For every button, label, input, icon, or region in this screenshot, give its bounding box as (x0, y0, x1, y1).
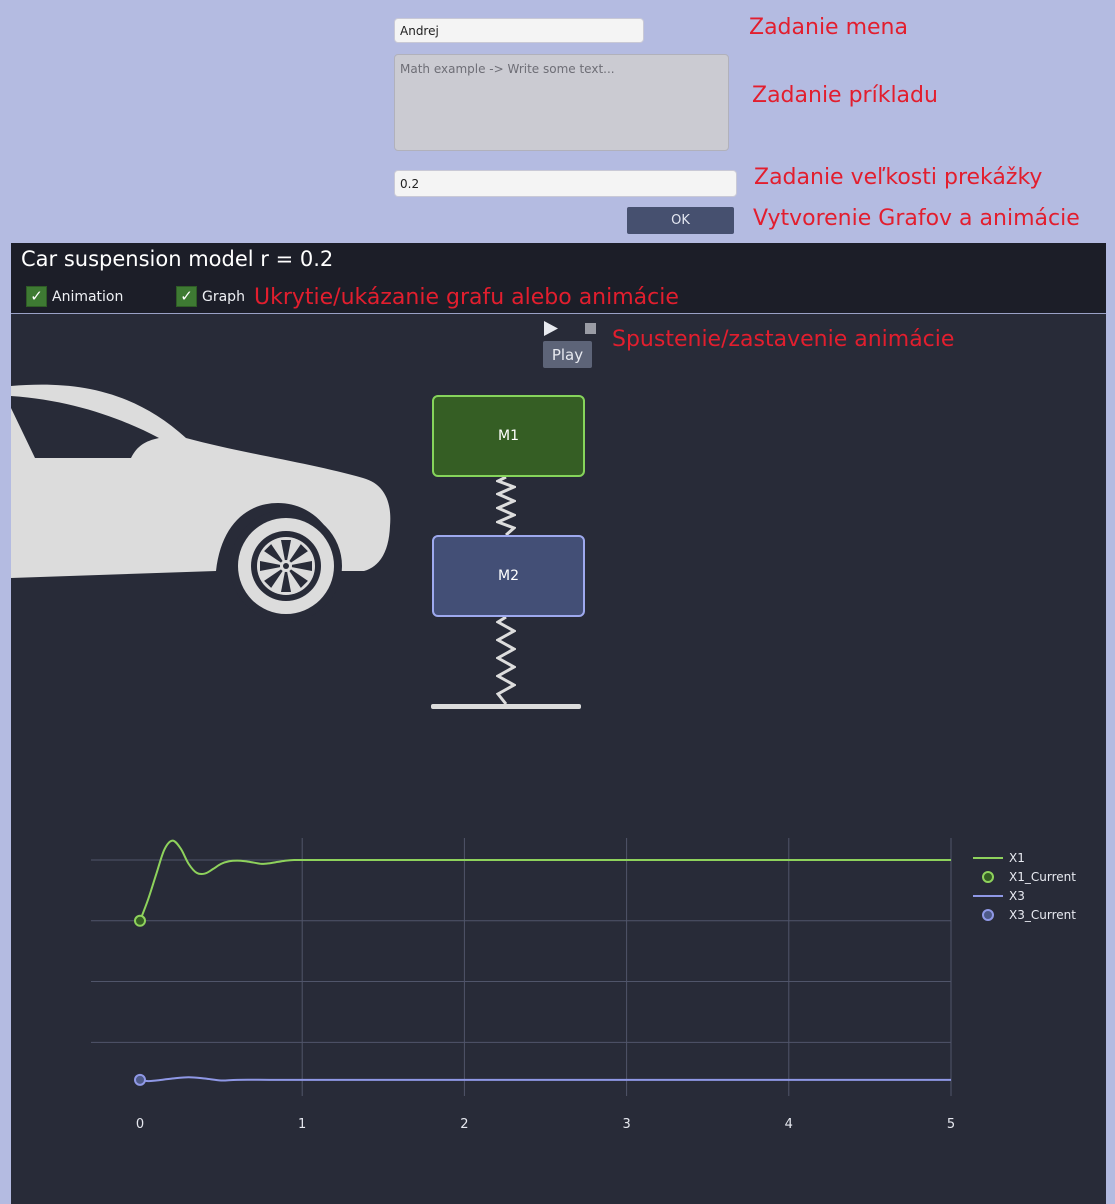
x-tick-label: 4 (785, 1117, 793, 1132)
legend-label-x1-current: X1_Current (1009, 870, 1076, 884)
annotation-obstacle: Zadanie veľkosti prekážky (754, 165, 1043, 190)
play-icon[interactable] (544, 321, 558, 336)
mass-m2-label: M2 (498, 568, 519, 584)
series-x3-current-marker (134, 1073, 146, 1086)
spring-lower (496, 617, 516, 704)
car-icon (11, 384, 391, 622)
play-button[interactable]: Play (543, 341, 592, 368)
response-chart: 0 1 2 3 4 5 (91, 838, 955, 1132)
panel-header: Car suspension model r = 0.2 ✓ Animation… (11, 243, 1106, 314)
stop-icon[interactable] (585, 323, 596, 334)
annotation-play: Spustenie/zastavenie animácie (612, 327, 955, 352)
legend-item-x3-current[interactable]: X3_Current (973, 908, 1076, 922)
x-tick-label: 5 (947, 1117, 955, 1132)
graph-checkbox[interactable]: ✓ Graph (176, 286, 245, 307)
name-input[interactable] (394, 18, 644, 43)
mass-m1-label: M1 (498, 428, 519, 444)
animation-checkbox-label: Animation (52, 288, 124, 305)
legend-label-x1: X1 (1009, 851, 1025, 865)
legend-item-x3[interactable]: X3 (973, 889, 1025, 903)
annotation-create: Vytvorenie Grafov a animácie (753, 206, 1080, 231)
obstacle-size-input[interactable] (394, 170, 737, 197)
x-tick-label: 2 (460, 1117, 468, 1132)
annotation-toggle: Ukrytie/ukázanie grafu alebo animácie (254, 285, 679, 310)
annotation-name: Zadanie mena (749, 15, 908, 40)
page-title: Car suspension model r = 0.2 (21, 247, 334, 271)
x-tick-label: 1 (298, 1117, 306, 1132)
mass-m2: M2 (432, 535, 585, 617)
series-x3-line (139, 1076, 951, 1083)
series-x1-line (139, 839, 951, 922)
annotation-example: Zadanie príkladu (752, 83, 938, 108)
spring-upper (496, 477, 516, 535)
x-tick-label: 3 (622, 1117, 630, 1132)
x-tick-label: 0 (136, 1117, 144, 1132)
legend-item-x1-current[interactable]: X1_Current (973, 870, 1076, 884)
animation-checkbox[interactable]: ✓ Animation (26, 286, 123, 307)
graph-checkbox-label: Graph (202, 288, 245, 305)
legend-item-x1[interactable]: X1 (973, 851, 1025, 865)
checkmark-icon: ✓ (176, 286, 197, 307)
series-x1-current-marker (134, 914, 146, 927)
checkmark-icon: ✓ (26, 286, 47, 307)
ok-button[interactable]: OK (627, 207, 734, 234)
example-textarea[interactable] (394, 54, 729, 151)
legend-label-x3-current: X3_Current (1009, 908, 1076, 922)
legend-label-x3: X3 (1009, 889, 1025, 903)
ground-line (431, 704, 581, 709)
mass-m1: M1 (432, 395, 585, 477)
simulation-panel: Car suspension model r = 0.2 ✓ Animation… (11, 243, 1106, 1204)
